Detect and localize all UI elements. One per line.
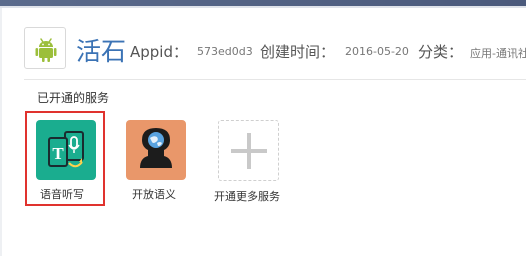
service-label-open-semantics[interactable]: 开放语义 [132,186,176,202]
plus-icon-vertical [247,133,251,169]
app-platform-icon-box[interactable] [24,27,66,69]
created-time-label: 创建时间： [260,43,336,61]
top-nav-shadow [0,6,526,8]
header-divider [24,79,526,80]
android-icon [35,38,57,62]
app-name: 活石 [76,37,127,66]
left-border [0,8,2,256]
add-service-button[interactable] [218,120,279,181]
selected-service-highlight [25,111,105,206]
app-header: 活石 Appid： 573ed0d3 创建时间： 2016-05-20 分类： … [24,27,526,75]
add-service-label[interactable]: 开通更多服务 [214,188,280,204]
appid-label: Appid： [130,43,188,61]
appid-value: 573ed0d3 [197,45,253,58]
open-semantics-icon [140,128,172,168]
service-tile-open-semantics[interactable] [126,120,186,180]
created-time-value: 2016-05-20 [345,45,409,58]
category-label: 分类： [418,43,464,61]
category-value: 应用-通讯社 [470,47,526,60]
enabled-services-title: 已开通的服务 [37,91,110,105]
